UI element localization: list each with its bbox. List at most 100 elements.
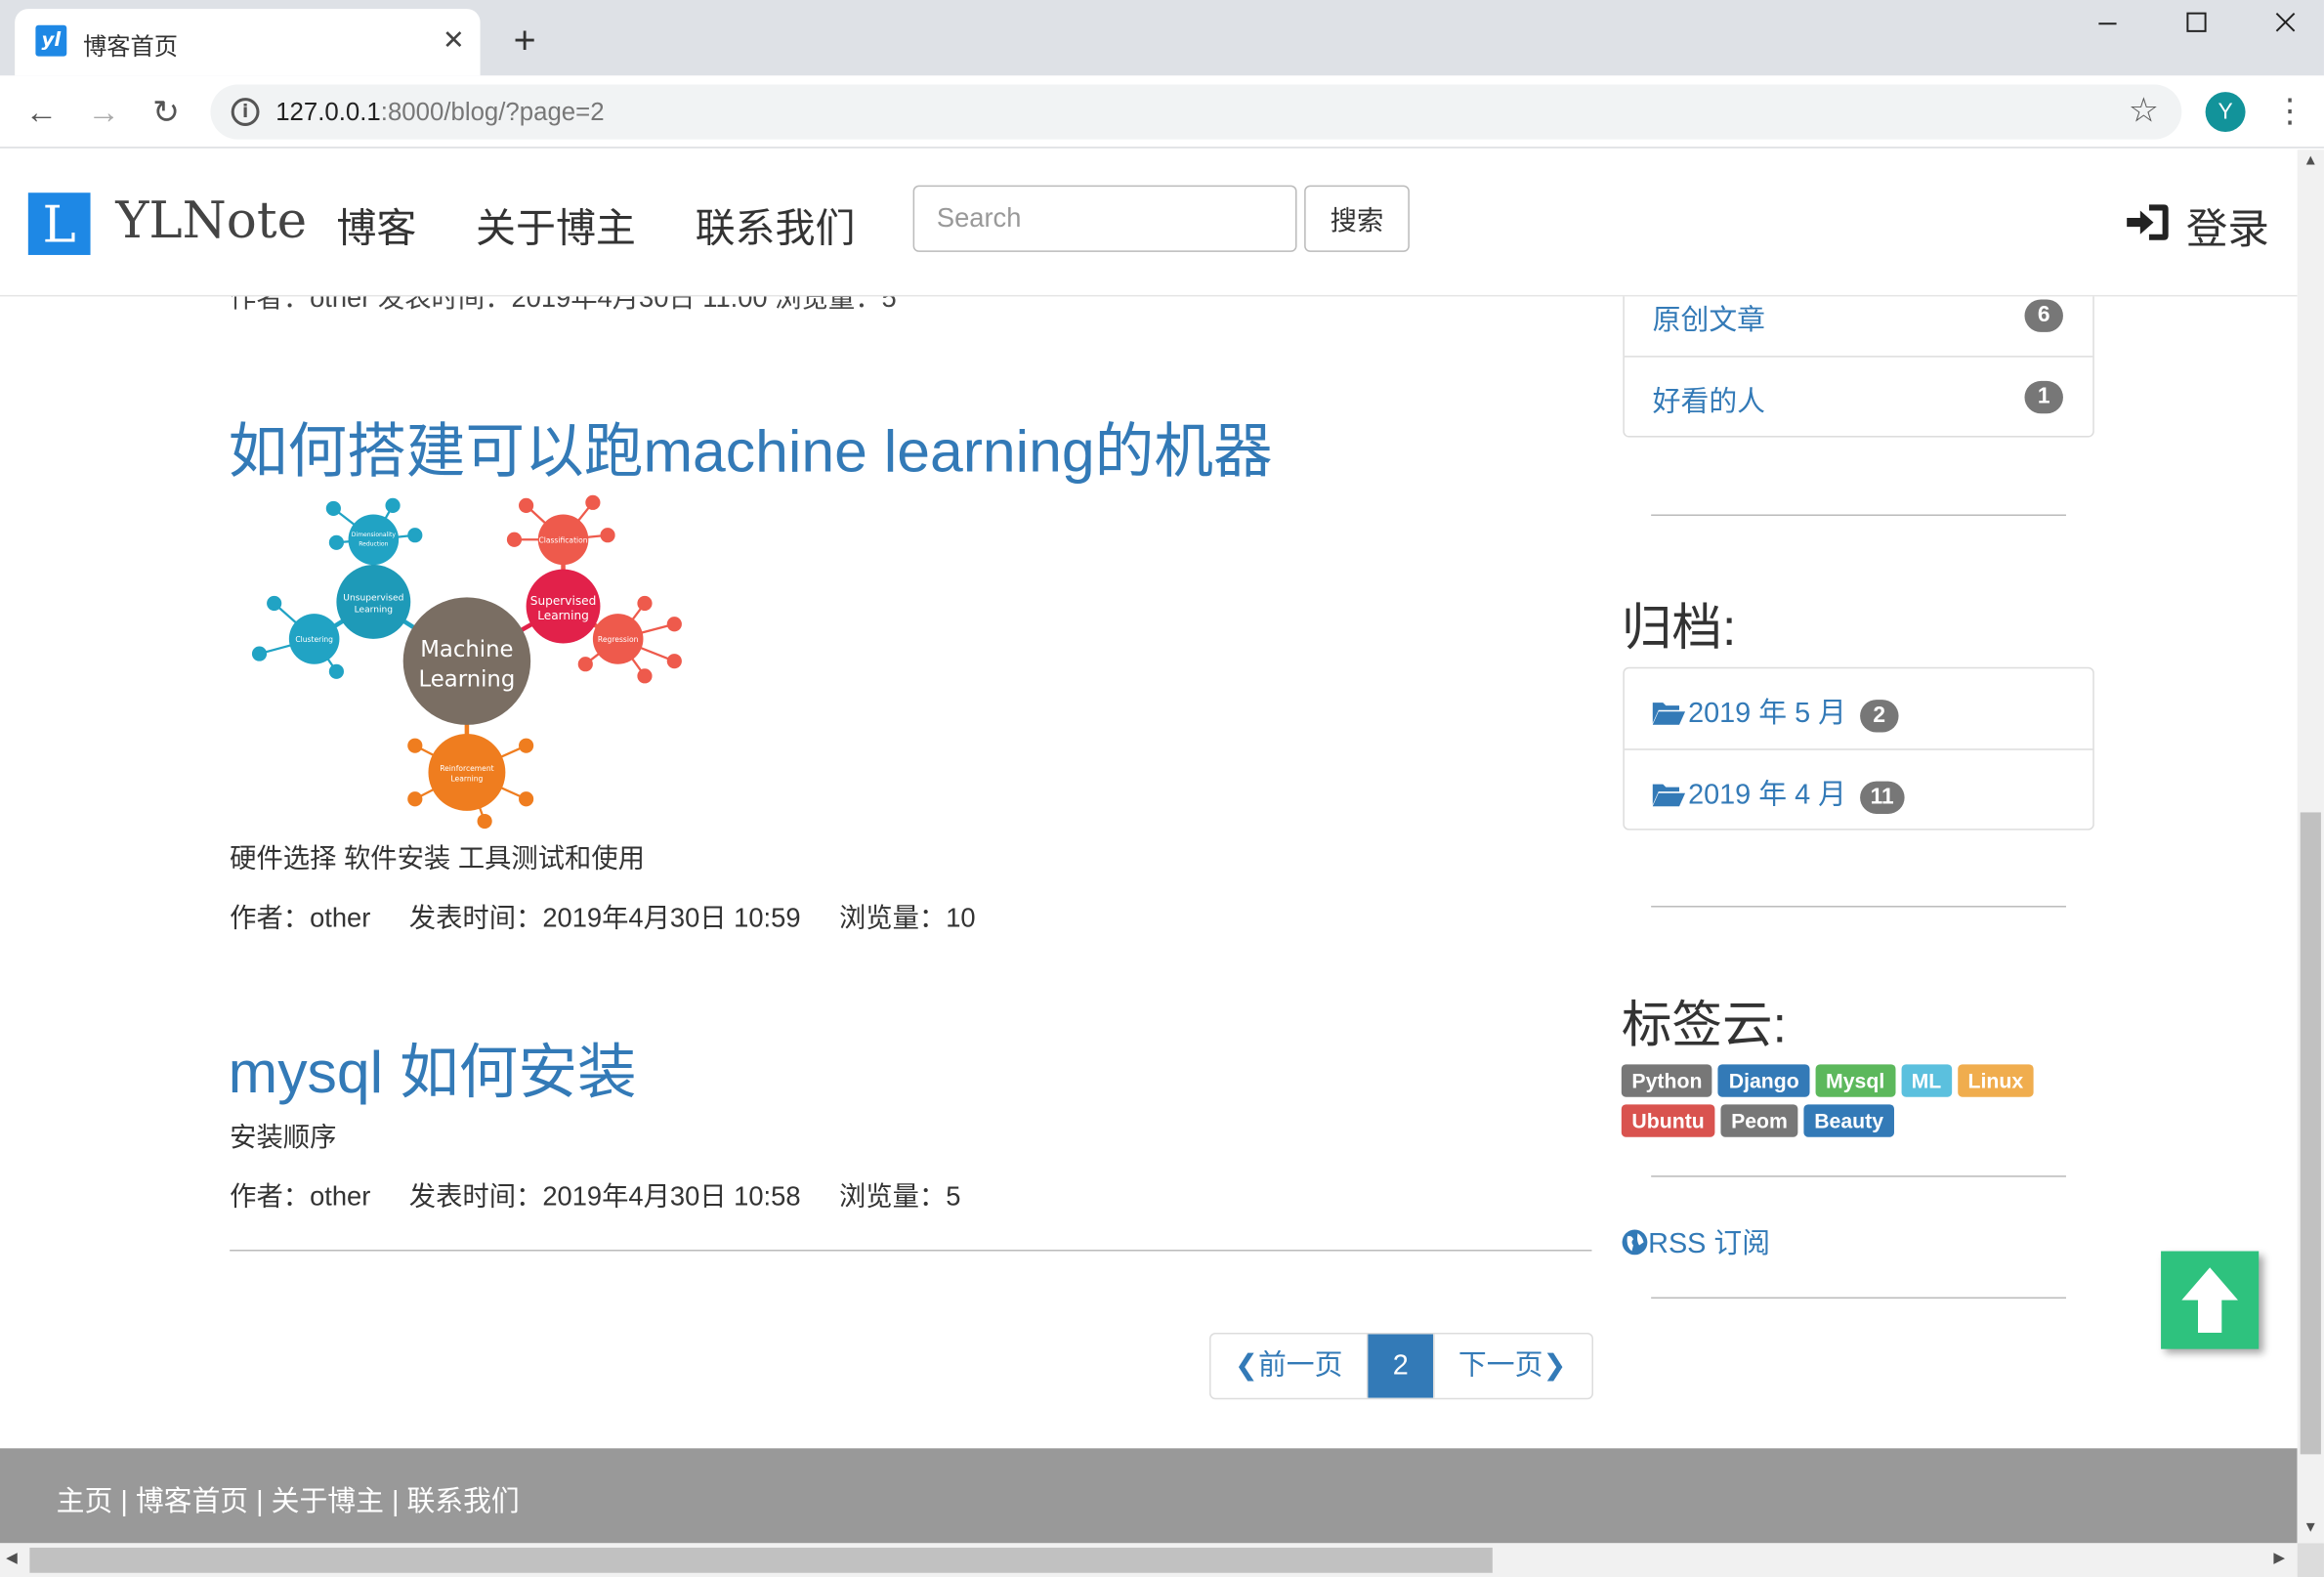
rss-label: RSS 订阅 [1648,1228,1771,1260]
bookmark-star-icon[interactable]: ☆ [2129,91,2159,131]
post-author: 作者：other [230,1181,371,1212]
nav-contact[interactable]: 联系我们 [696,195,856,253]
pagination: ❮前一页 2 下一页❯ [1209,1332,1593,1400]
archive-label: 2019 年 5 月 [1688,698,1846,730]
login-label: 登录 [2185,205,2269,252]
horizontal-scrollbar[interactable]: ◀ ▶ [0,1543,2298,1577]
ml-dimensionality-line2: Reduction [359,540,388,547]
tab-title: 博客首页 [82,35,179,62]
forward-button[interactable]: → [81,91,126,136]
category-item[interactable]: 好看的人 1 [1624,356,2093,436]
rss-link[interactable]: RSS 订阅 [1622,1221,1770,1261]
post-meta: 作者：other 发表时间：2019年4月30日 10:58 浏览量：5 [230,1175,999,1214]
tag-label[interactable]: Ubuntu [1621,1104,1715,1137]
login-icon [2127,204,2169,240]
address-bar[interactable]: i 127.0.0.1:8000/blog/?page=2 ☆ [210,84,2182,140]
new-tab-button[interactable]: + [504,21,545,62]
current-page-button[interactable]: 2 [1368,1334,1434,1398]
archive-item[interactable]: 2019 年 4 月 11 [1624,748,2093,829]
tag-label[interactable]: Beauty [1803,1104,1894,1137]
prev-page-button[interactable]: ❮前一页 [1211,1334,1369,1398]
vertical-scroll-thumb[interactable] [2300,812,2321,1455]
sidebar-divider [1651,1175,2066,1177]
sidebar-divider [1651,1297,2066,1300]
browser-menu-icon[interactable]: ⋮ [2273,93,2305,129]
ml-clustering: Clustering [295,635,333,644]
ml-unsupervised-line1: Unsupervised [343,593,403,603]
nav-about[interactable]: 关于博主 [476,195,636,253]
archive-label: 2019 年 4 月 [1688,780,1846,811]
scroll-right-icon[interactable]: ▶ [2273,1551,2285,1567]
post-views: 浏览量：10 [838,902,976,933]
reload-button[interactable]: ↻ [144,91,189,136]
close-icon [2275,12,2296,32]
window-maximize-button[interactable] [2152,0,2241,48]
arrow-up-icon [2181,1267,2238,1333]
scroll-up-icon[interactable]: ▲ [2303,152,2318,169]
post-date: 发表时间：2019年4月30日 10:58 [408,1181,801,1212]
ml-reinforcement-line1: Reinforcement [440,764,493,773]
vertical-scrollbar[interactable]: ▲ ▼ [2297,149,2324,1544]
browser-tab[interactable]: yl 博客首页 ✕ [15,9,481,76]
ml-supervised-line1: Supervised [530,594,597,608]
archive-link[interactable]: 2019 年 4 月 11 [1652,772,1905,814]
profile-avatar[interactable]: Y [2205,92,2246,133]
chevron-left-icon: ❮ [1234,1350,1258,1383]
horizontal-scroll-thumb[interactable] [29,1547,1493,1573]
window-close-button[interactable] [2241,0,2324,48]
tag-label[interactable]: Django [1718,1064,1810,1097]
favicon-icon: yl [35,24,67,57]
back-button[interactable]: ← [20,91,64,136]
url-text[interactable]: 127.0.0.1:8000/blog/?page=2 [275,98,604,127]
tag-label[interactable]: Python [1621,1064,1713,1097]
count-badge: 6 [2024,299,2063,332]
post-views: 浏览量：5 [838,1181,961,1212]
nav-blog[interactable]: 博客 [336,195,416,253]
site-footer: 主页 | 博客首页 | 关于博主 | 联系我们 [0,1448,2298,1544]
back-to-top-button[interactable] [2161,1251,2260,1349]
browser-tabstrip: yl 博客首页 ✕ + [0,0,2324,76]
count-badge: 2 [1860,700,1899,733]
category-label: 好看的人 [1652,386,1766,418]
ml-unsupervised-line2: Learning [355,606,393,616]
scroll-left-icon[interactable]: ◀ [6,1551,18,1567]
scroll-down-icon[interactable]: ▼ [2303,1519,2318,1536]
site-brand[interactable]: YLNote [115,192,307,251]
ml-supervised-line2: Learning [537,609,589,622]
window-minimize-button[interactable] [2063,0,2152,48]
next-page-button[interactable]: 下一页❯ [1433,1334,1591,1398]
sidebar-divider [1651,906,2066,908]
tag-label[interactable]: Mysql [1815,1064,1895,1097]
site-logo[interactable]: L [27,192,91,255]
sidebar-divider [1651,514,2066,516]
category-label: 原创文章 [1652,305,1766,337]
ml-center-line2: Learning [419,666,516,692]
post-meta: 作者：other 发表时间：2019年4月30日 10:59 浏览量：10 [230,897,1014,935]
post-date: 发表时间：2019年4月30日 10:59 [408,902,801,933]
tab-close-icon[interactable]: ✕ [436,22,471,58]
maximize-icon [2186,12,2207,32]
tag-label[interactable]: Peom [1720,1104,1798,1137]
archive-link[interactable]: 2019 年 5 月 2 [1652,691,1899,733]
tag-label[interactable]: ML [1900,1064,1952,1097]
ml-reinforcement-line2: Learning [450,775,483,784]
post-title-link[interactable]: 如何搭建可以跑machine learning的机器 [229,404,1273,490]
tags-heading: 标签云: [1621,998,1787,1054]
url-path: :8000/blog/?page=2 [380,98,605,126]
folder-open-icon [1652,703,1686,725]
ml-regression: Regression [598,635,639,644]
post-summary: 硬件选择 软件安装 工具测试和使用 [230,843,646,874]
count-badge: 1 [2024,380,2063,414]
page-viewport: 作者：other 发表时间：2019年4月30日 11:00 浏览量：5 如何搭… [0,149,2298,1544]
category-list: 原创文章 6 好看的人 1 [1623,274,2094,438]
minimize-icon [2098,22,2117,25]
ml-dimensionality-line1: Dimensionality [352,532,397,538]
footer-links[interactable]: 主页 | 博客首页 | 关于博主 | 联系我们 [57,1479,520,1519]
archive-item[interactable]: 2019 年 5 月 2 [1625,668,2092,748]
search-button[interactable]: 搜索 [1304,185,1410,252]
tag-label[interactable]: Linux [1957,1064,2034,1097]
search-input[interactable] [912,185,1297,252]
site-info-icon[interactable]: i [231,98,260,126]
browser-toolbar: ← → ↻ i 127.0.0.1:8000/blog/?page=2 ☆ Y … [0,75,2324,149]
post-title-link[interactable]: mysql 如何安装 [229,1024,637,1110]
